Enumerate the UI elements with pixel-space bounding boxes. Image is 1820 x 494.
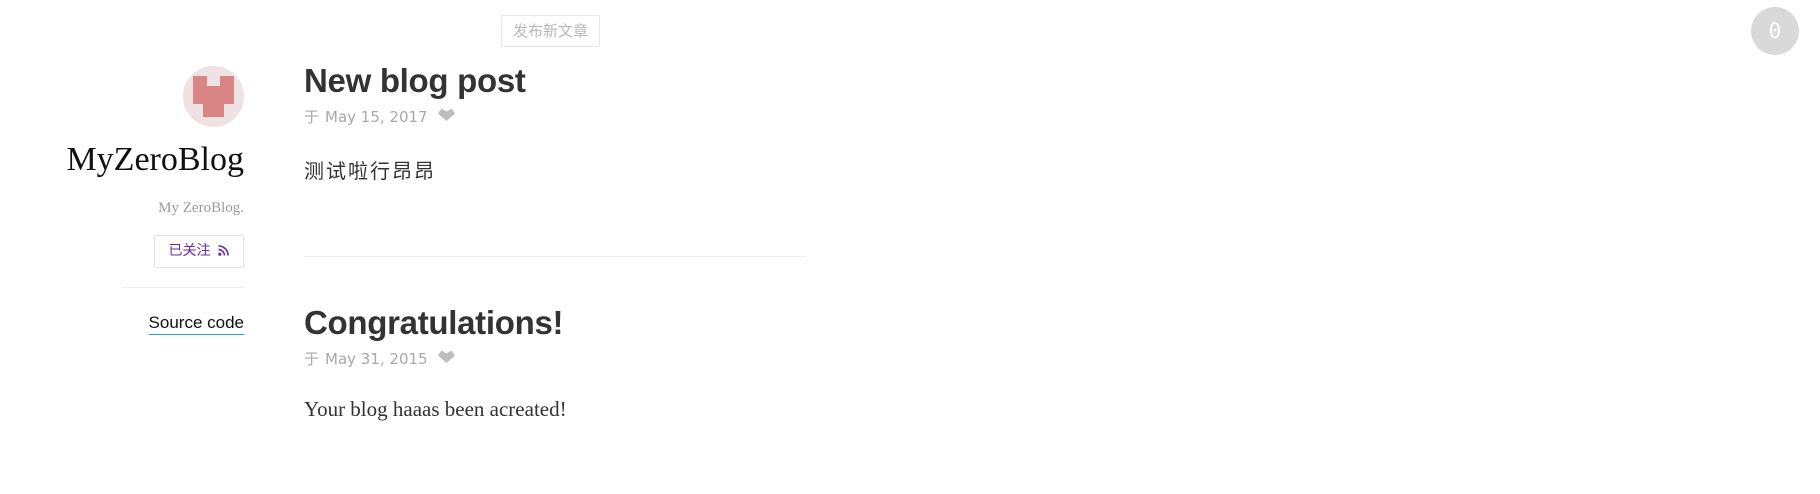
post-item: Congratulations! 于 May 31, 2015 Your blo… — [304, 304, 806, 422]
source-code-link[interactable]: Source code — [148, 313, 244, 335]
follow-button[interactable]: 已关注 — [153, 235, 244, 268]
post-item: New blog post 于 May 15, 2017 测试啦行昂昂 — [304, 62, 806, 184]
date-prefix: 于 — [304, 108, 320, 126]
sidebar-divider — [122, 287, 244, 288]
post-body: 测试啦行昂昂 — [304, 159, 436, 183]
post-date: May 31, 2015 — [325, 349, 428, 368]
heart-icon[interactable] — [437, 349, 456, 368]
rss-icon — [218, 237, 229, 268]
post-meta: 于 May 15, 2017 — [304, 106, 806, 127]
avatar-identicon-icon — [183, 66, 244, 127]
new-post-button[interactable]: 发布新文章 — [501, 15, 601, 47]
post-body: Your blog haaas been acreated! — [304, 397, 567, 421]
post-title[interactable]: New blog post — [304, 62, 806, 100]
post-meta: 于 May 31, 2015 — [304, 348, 806, 369]
site-title[interactable]: MyZeroBlog — [66, 141, 244, 179]
heart-icon[interactable] — [437, 107, 456, 126]
date-prefix: 于 — [304, 350, 320, 368]
follow-button-label: 已关注 — [168, 243, 211, 259]
post-date: May 15, 2017 — [325, 107, 428, 126]
avatar[interactable] — [183, 66, 244, 127]
post-divider — [304, 256, 806, 257]
notification-counter[interactable]: 0 — [1751, 7, 1799, 55]
post-title[interactable]: Congratulations! — [304, 304, 806, 342]
site-description: My ZeroBlog. — [158, 200, 244, 216]
